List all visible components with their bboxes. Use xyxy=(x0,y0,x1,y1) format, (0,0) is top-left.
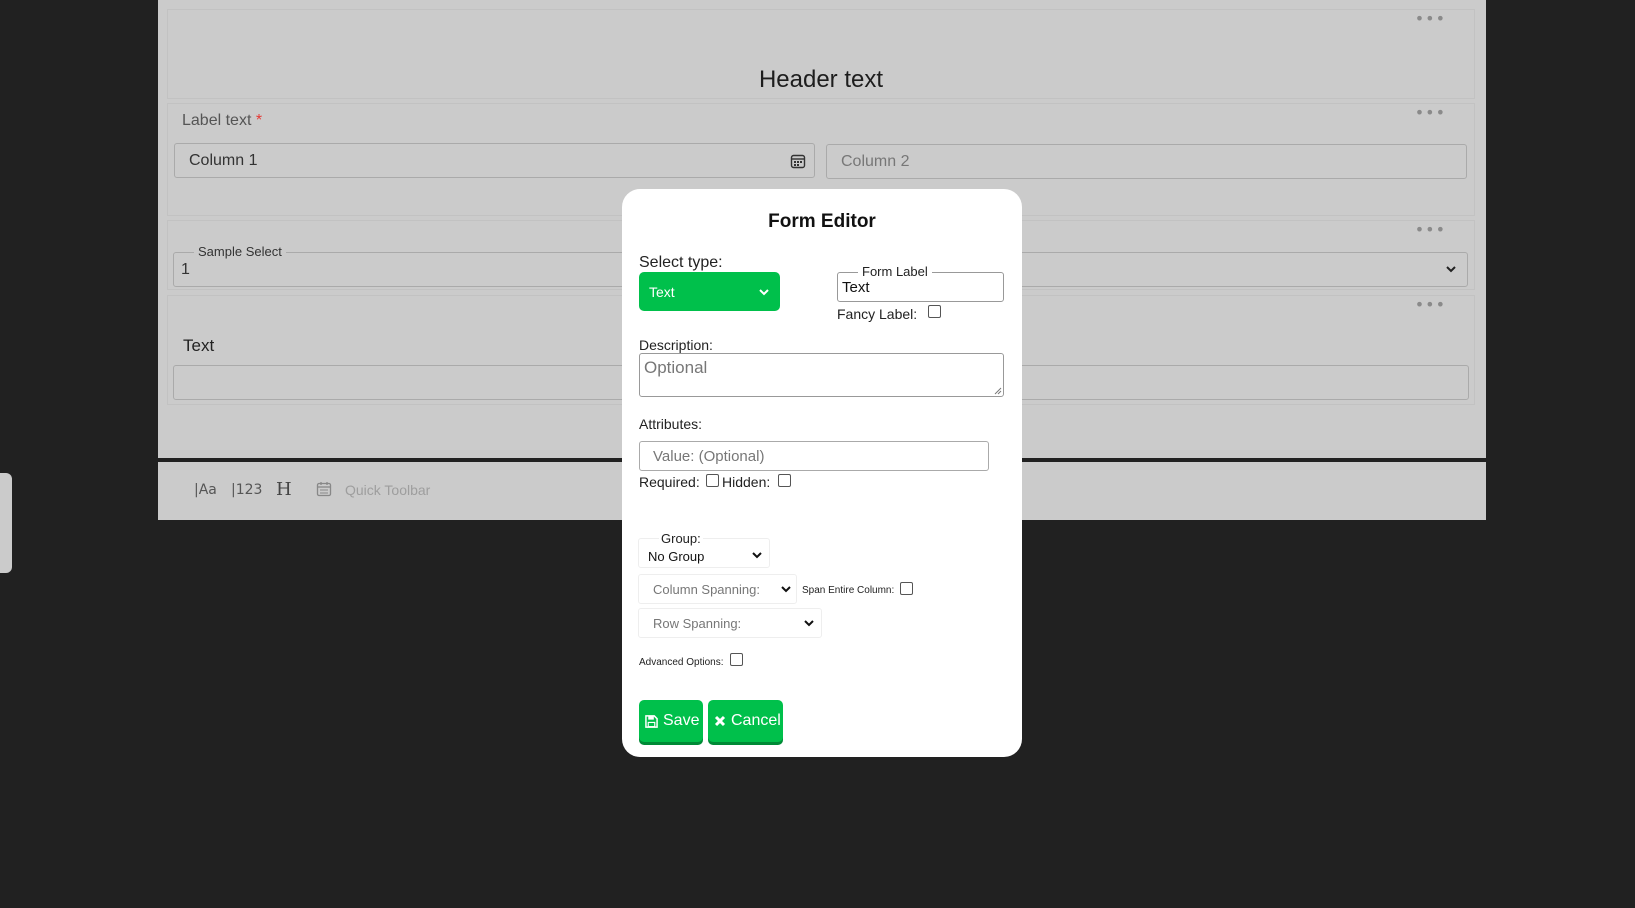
block-menu-icon[interactable]: ••• xyxy=(1415,105,1446,121)
hidden-checkbox[interactable] xyxy=(778,474,791,487)
block-menu-icon[interactable]: ••• xyxy=(1415,222,1446,238)
side-panel-handle[interactable] xyxy=(0,473,12,573)
calendar-icon[interactable] xyxy=(790,153,806,169)
cancel-button[interactable]: Cancel xyxy=(708,700,783,742)
required-checkbox[interactable] xyxy=(706,474,719,487)
advanced-options-checkbox[interactable] xyxy=(730,653,743,666)
cancel-button-label: Cancel xyxy=(731,712,781,729)
chevron-down-icon xyxy=(781,586,791,593)
block-menu-icon[interactable]: ••• xyxy=(1415,297,1446,313)
text-tool-button[interactable]: |Aa xyxy=(194,482,217,498)
span-entire-column-label: Span Entire Column: xyxy=(802,585,895,596)
select-type-label: Select type: xyxy=(639,254,723,271)
fancy-label-checkbox[interactable] xyxy=(928,305,941,318)
save-icon xyxy=(645,714,658,728)
select-type-dropdown[interactable]: Text xyxy=(639,272,780,311)
column1-value: Column 1 xyxy=(189,151,258,169)
select-type-value: Text xyxy=(649,283,675,300)
column1-input[interactable]: Column 1 xyxy=(174,143,815,178)
header-tool-button[interactable]: H xyxy=(276,479,292,500)
form-label-value: Text xyxy=(842,279,870,296)
quick-toolbar-label: Quick Toolbar xyxy=(345,482,431,498)
column2-placeholder: Column 2 xyxy=(841,152,910,170)
advanced-options-label: Advanced Options: xyxy=(639,657,724,668)
form-label-legend: Form Label xyxy=(858,264,932,279)
save-button-label: Save xyxy=(663,712,700,729)
column2-input[interactable]: Column 2 xyxy=(826,144,1467,179)
description-placeholder: Optional xyxy=(644,358,708,377)
sample-select-legend: Sample Select xyxy=(194,244,286,259)
modal-title: Form Editor xyxy=(768,211,876,232)
block-menu-icon[interactable]: ••• xyxy=(1415,11,1446,27)
number-tool-button[interactable]: |123 xyxy=(231,482,262,498)
required-marker: * xyxy=(255,112,263,129)
group-legend: Group: xyxy=(659,531,703,546)
resize-handle-icon[interactable] xyxy=(994,387,1002,395)
group-select[interactable]: Group: No Group xyxy=(638,531,770,568)
fancy-label-text: Fancy Label: xyxy=(837,306,918,322)
chevron-down-icon xyxy=(804,620,814,627)
chevron-down-icon xyxy=(752,552,762,559)
chevron-down-icon xyxy=(759,289,769,296)
column-spanning-select[interactable]: Column Spanning: xyxy=(638,574,797,604)
attribute-value-placeholder: Value: (Optional) xyxy=(653,447,765,465)
calendar-tool-icon[interactable] xyxy=(316,481,332,497)
close-icon xyxy=(714,715,726,727)
row-spanning-value: Row Spanning: xyxy=(653,615,742,631)
row-spanning-select[interactable]: Row Spanning: xyxy=(638,608,822,638)
form-editor-modal: Form Editor Select type: Text Form Label… xyxy=(622,189,1022,757)
attributes-label: Attributes: xyxy=(639,416,703,432)
sample-select-value: 1 xyxy=(181,261,190,278)
attribute-value-input[interactable]: Value: (Optional) xyxy=(639,441,989,471)
field-label: Label text * xyxy=(182,112,262,130)
text-field-label: Text xyxy=(183,336,215,355)
column-spanning-value: Column Spanning: xyxy=(653,581,760,597)
description-label: Description: xyxy=(639,337,713,353)
chevron-down-icon xyxy=(1446,266,1456,273)
span-entire-column-checkbox[interactable] xyxy=(900,582,913,595)
description-textarea[interactable]: Optional xyxy=(639,353,1004,397)
form-label-input[interactable]: Form Label Text xyxy=(837,264,1004,302)
required-label: Required: xyxy=(639,474,700,490)
header-block[interactable]: ••• Header text xyxy=(167,9,1475,99)
header-text: Header text xyxy=(758,66,884,93)
hidden-label: Hidden: xyxy=(722,474,771,490)
group-value: No Group xyxy=(648,548,705,564)
field-label-text: Label text xyxy=(182,112,252,129)
save-button[interactable]: Save xyxy=(639,700,703,742)
